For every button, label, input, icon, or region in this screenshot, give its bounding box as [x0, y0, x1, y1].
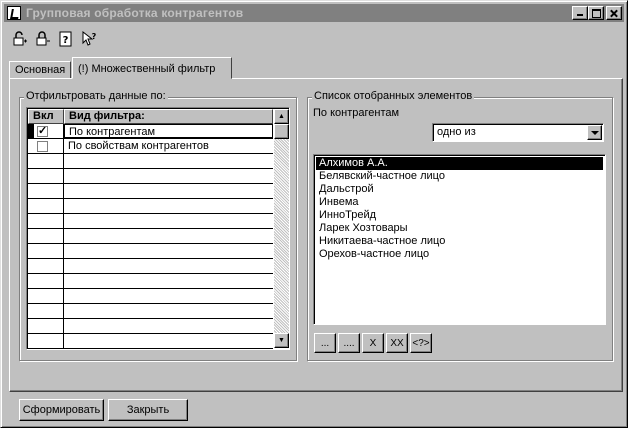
row-indicator [28, 124, 34, 138]
query-button[interactable]: <?> [410, 333, 432, 353]
close-button-label: Закрыть [126, 404, 170, 416]
form-button[interactable]: Сформировать [19, 399, 104, 421]
table-row[interactable] [28, 169, 273, 184]
column-header-filter-type[interactable]: Вид фильтра: [64, 109, 273, 124]
cell-filter-type[interactable] [64, 319, 273, 333]
table-row[interactable] [28, 259, 273, 274]
app-icon [7, 6, 21, 20]
table-row[interactable] [28, 304, 273, 319]
cell-enabled[interactable] [28, 184, 64, 198]
cell-filter-type[interactable] [64, 304, 273, 318]
table-row[interactable]: По контрагентам [28, 124, 273, 139]
cell-enabled[interactable] [28, 304, 64, 318]
cell-filter-type[interactable]: По контрагентам [64, 124, 273, 138]
cell-enabled[interactable] [28, 154, 64, 168]
toolbar: ? ? [11, 30, 98, 50]
cell-filter-type[interactable] [64, 229, 273, 243]
lock-open-icon[interactable] [11, 30, 29, 48]
list-item[interactable]: Дальстрой [316, 183, 603, 196]
list-item[interactable]: Ларек Хозтовары [316, 222, 603, 235]
cell-enabled[interactable] [28, 274, 64, 288]
context-help-icon[interactable]: ? [80, 30, 98, 48]
svg-text:?: ? [63, 35, 69, 46]
table-row[interactable] [28, 199, 273, 214]
table-row[interactable] [28, 214, 273, 229]
cell-filter-type[interactable] [64, 214, 273, 228]
cell-enabled[interactable] [28, 169, 64, 183]
table-row[interactable] [28, 319, 273, 334]
list-item[interactable]: Никитаева-частное лицо [316, 235, 603, 248]
scroll-up-icon[interactable]: ▲ [274, 109, 289, 124]
cell-enabled[interactable] [28, 244, 64, 258]
close-button[interactable]: Закрыть [108, 399, 188, 421]
tab-main[interactable]: Основная [9, 61, 71, 79]
minimize-button[interactable] [572, 6, 588, 20]
title-bar[interactable]: Групповая обработка контрагентов [4, 4, 624, 22]
cell-enabled[interactable] [28, 319, 64, 333]
condition-select-value: одно из [437, 126, 476, 138]
delete-all-button[interactable]: XX [386, 333, 408, 353]
list-button-bar: ... .... X XX <?> [314, 333, 432, 353]
cell-enabled[interactable] [28, 229, 64, 243]
cell-filter-type[interactable] [64, 259, 273, 273]
cell-enabled[interactable] [28, 199, 64, 213]
table-row[interactable] [28, 244, 273, 259]
list-item[interactable]: Белявский-частное лицо [316, 170, 603, 183]
close-window-button[interactable] [606, 6, 622, 20]
cell-filter-type[interactable]: По свойствам контрагентов [64, 139, 273, 153]
grid-vertical-scrollbar[interactable]: ▲ ▼ [274, 109, 289, 348]
table-row[interactable] [28, 184, 273, 199]
enable-checkbox[interactable] [37, 141, 48, 152]
cell-enabled[interactable] [28, 289, 64, 303]
enable-checkbox[interactable] [37, 124, 48, 137]
lock-closed-icon[interactable] [34, 30, 52, 48]
scroll-thumb[interactable] [274, 124, 289, 139]
tab-multi-filter[interactable]: (!) Множественный фильтр [72, 57, 232, 79]
svg-text:?: ? [92, 32, 97, 41]
list-item[interactable]: Алхимов А.А. [316, 157, 603, 170]
window-title: Групповая обработка контрагентов [26, 6, 244, 20]
cell-enabled[interactable] [28, 124, 64, 138]
cell-enabled[interactable] [28, 334, 64, 348]
cell-filter-type[interactable] [64, 244, 273, 258]
cell-filter-type[interactable] [64, 169, 273, 183]
cell-filter-type[interactable] [64, 199, 273, 213]
delete-button[interactable]: X [362, 333, 384, 353]
list-item[interactable]: Инвема [316, 196, 603, 209]
help-icon[interactable]: ? [57, 30, 75, 48]
table-row[interactable]: По свойствам контрагентов [28, 139, 273, 154]
main-window: Групповая обработка контрагентов ? ? Осн… [0, 0, 628, 428]
maximize-button[interactable] [588, 6, 604, 20]
cell-enabled[interactable] [28, 214, 64, 228]
select-button[interactable]: ... [314, 333, 336, 353]
selected-items-legend: Список отобранных элементов [312, 90, 475, 102]
cell-filter-type[interactable] [64, 154, 273, 168]
cell-filter-type[interactable] [64, 289, 273, 303]
cell-filter-type[interactable] [64, 334, 273, 348]
table-row[interactable] [28, 229, 273, 244]
list-item[interactable]: Орехов-частное лицо [316, 248, 603, 261]
table-row[interactable] [28, 274, 273, 289]
table-row[interactable] [28, 289, 273, 304]
cell-filter-type[interactable] [64, 184, 273, 198]
condition-select[interactable]: одно из [432, 123, 604, 142]
selected-items-list[interactable]: Алхимов А.А. Белявский-частное лицо Дальст… [313, 154, 606, 325]
chevron-down-icon[interactable] [587, 125, 602, 140]
select-group-button[interactable]: .... [338, 333, 360, 353]
filter-label: По контрагентам [313, 107, 400, 119]
filter-group-legend: Отфильтровать данные по: [24, 90, 168, 102]
filter-grid: Вкл Вид фильтра: По контрагентамПо свойс… [26, 107, 290, 350]
cell-filter-type[interactable] [64, 274, 273, 288]
cell-enabled[interactable] [28, 259, 64, 273]
grid-header: Вкл Вид фильтра: [28, 109, 273, 124]
table-row[interactable] [28, 154, 273, 169]
form-button-label: Сформировать [22, 404, 101, 416]
column-header-enabled[interactable]: Вкл [28, 109, 64, 124]
scroll-down-icon[interactable]: ▼ [274, 333, 289, 348]
cell-enabled[interactable] [28, 139, 64, 153]
row-indicator [28, 139, 34, 153]
table-row[interactable] [28, 334, 273, 349]
list-item[interactable]: ИнноТрейд [316, 209, 603, 222]
